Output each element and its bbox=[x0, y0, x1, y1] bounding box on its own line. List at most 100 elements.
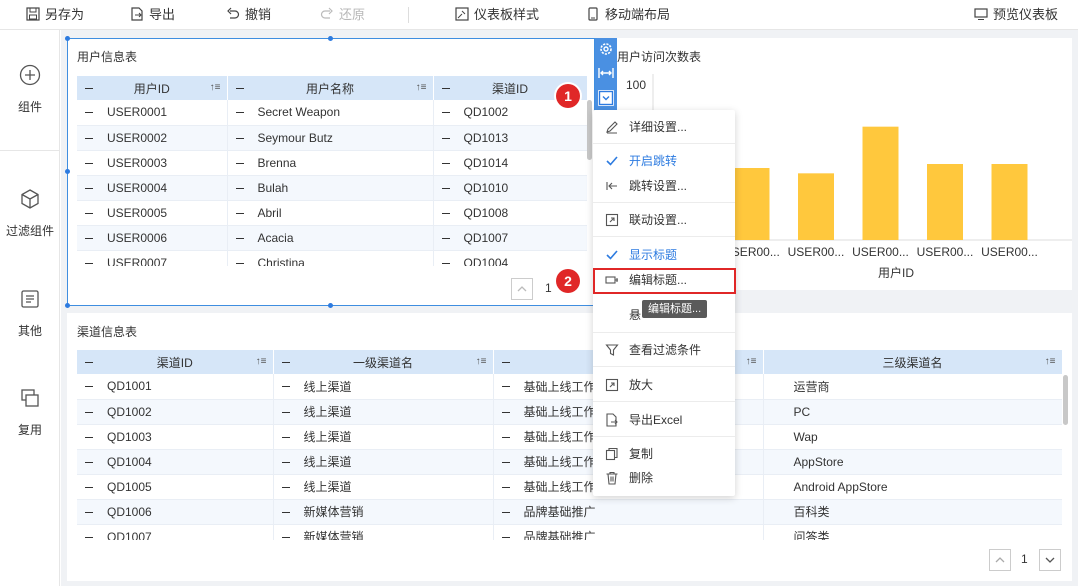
prev-page-button[interactable] bbox=[511, 278, 533, 300]
table-row[interactable]: QD1003 线上渠道 基础上线工作 Wap bbox=[77, 424, 1062, 450]
collapse-icon[interactable] bbox=[501, 536, 510, 538]
table-cell[interactable]: Android AppStore bbox=[763, 474, 1062, 500]
collapse-icon[interactable] bbox=[235, 187, 244, 189]
menu-item-enable-jump[interactable]: 开启跳转 bbox=[593, 149, 735, 173]
menu-item-delete[interactable]: 删除 bbox=[593, 466, 735, 490]
sort-icon[interactable]: ↑≡ bbox=[746, 356, 757, 367]
collapse-icon[interactable] bbox=[85, 187, 93, 189]
chart-bar[interactable] bbox=[991, 164, 1028, 240]
collapse-icon[interactable] bbox=[85, 212, 93, 214]
collapse-icon[interactable] bbox=[235, 137, 244, 139]
table-row[interactable]: USER0003 Brenna QD1014 bbox=[77, 150, 587, 176]
table-cell[interactable]: QD1005 bbox=[77, 474, 274, 500]
table-row[interactable]: QD1004 线上渠道 基础上线工作 AppStore bbox=[77, 449, 1062, 475]
collapse-icon[interactable] bbox=[441, 187, 450, 189]
channel-info-widget[interactable]: 渠道信息表 渠道ID ↑≡ 一级渠道名 ↑≡ ↑≡ 三级渠道名 ↑≡ QD1001 线上… bbox=[67, 313, 1072, 581]
sidebar-item-other[interactable]: 其他 bbox=[0, 288, 60, 339]
menu-item-zoom[interactable]: 放大 bbox=[593, 373, 735, 397]
table-cell[interactable]: QD1007 bbox=[433, 225, 587, 251]
table-row[interactable]: USER0006 Acacia QD1007 bbox=[77, 225, 587, 251]
sort-icon[interactable]: ↑≡ bbox=[1045, 356, 1056, 367]
resize-handle[interactable] bbox=[65, 36, 70, 41]
table-cell[interactable]: 线上渠道 bbox=[273, 424, 494, 450]
collapse-icon[interactable] bbox=[441, 137, 450, 139]
menu-item-copy[interactable]: 复制 bbox=[593, 442, 735, 466]
table-row[interactable]: USER0001 Secret Weapon QD1002 bbox=[77, 100, 587, 126]
collapse-icon[interactable] bbox=[85, 411, 93, 413]
resize-handle[interactable] bbox=[65, 303, 70, 308]
save-as-button[interactable]: 另存为 bbox=[26, 0, 84, 30]
table-row[interactable]: QD1005 线上渠道 基础上线工作 Android AppStore bbox=[77, 474, 1062, 500]
resize-handle[interactable] bbox=[328, 303, 333, 308]
table-cell[interactable]: USER0007 bbox=[77, 250, 228, 266]
collapse-icon[interactable] bbox=[85, 112, 93, 114]
table-cell[interactable]: QD1003 bbox=[77, 424, 274, 450]
table-cell[interactable]: AppStore bbox=[763, 449, 1062, 475]
collapse-icon[interactable] bbox=[281, 411, 290, 413]
collapse-icon[interactable] bbox=[85, 511, 93, 513]
chart-bar[interactable] bbox=[733, 168, 770, 240]
table-cell[interactable]: 运营商 bbox=[763, 374, 1062, 400]
table-cell[interactable]: USER0004 bbox=[77, 175, 228, 201]
dashboard-style-button[interactable]: 仪表板样式 bbox=[455, 0, 539, 30]
collapse-icon[interactable] bbox=[235, 237, 244, 239]
vertical-scrollbar[interactable] bbox=[1063, 375, 1068, 425]
table-cell[interactable]: QD1013 bbox=[433, 125, 587, 151]
sort-icon[interactable]: ↑≡ bbox=[416, 82, 427, 93]
table-cell[interactable]: 品牌基础推广 bbox=[493, 499, 764, 525]
table-row[interactable]: QD1001 线上渠道 基础上线工作 运营商 bbox=[77, 374, 1062, 400]
collapse-icon[interactable] bbox=[85, 237, 93, 239]
resize-horizontal-icon[interactable] bbox=[598, 65, 614, 81]
table-cell[interactable]: 线上渠道 bbox=[273, 374, 494, 400]
collapse-icon[interactable] bbox=[501, 511, 510, 513]
table-cell[interactable]: QD1006 bbox=[77, 499, 274, 525]
menu-item-jump-settings[interactable]: 跳转设置... bbox=[593, 174, 735, 198]
redo-button[interactable]: 还原 bbox=[320, 0, 365, 30]
table-cell[interactable]: Acacia bbox=[227, 225, 434, 251]
table-cell[interactable]: Bulah bbox=[227, 175, 434, 201]
table-row[interactable]: USER0007 Christina QD1004 bbox=[77, 250, 587, 266]
gear-icon[interactable] bbox=[598, 41, 614, 57]
sort-icon[interactable]: ↑≡ bbox=[256, 356, 267, 367]
collapse-icon[interactable] bbox=[281, 386, 290, 388]
table-cell[interactable]: QD1008 bbox=[433, 200, 587, 226]
collapse-icon[interactable] bbox=[441, 212, 450, 214]
collapse-icon[interactable] bbox=[85, 262, 93, 264]
table-cell[interactable]: USER0005 bbox=[77, 200, 228, 226]
column-header[interactable]: 用户名称 ↑≡ bbox=[227, 76, 434, 100]
sort-icon[interactable]: ↑≡ bbox=[476, 356, 487, 367]
table-cell[interactable]: QD1001 bbox=[77, 374, 274, 400]
mobile-layout-button[interactable]: 移动端布局 bbox=[586, 0, 670, 30]
vertical-scrollbar[interactable] bbox=[587, 100, 592, 160]
table-cell[interactable]: 新媒体营销 bbox=[273, 524, 494, 540]
table-cell[interactable]: USER0003 bbox=[77, 150, 228, 176]
resize-handle[interactable] bbox=[65, 169, 70, 174]
collapse-icon[interactable] bbox=[281, 461, 290, 463]
column-header[interactable]: 渠道ID ↑≡ bbox=[77, 350, 274, 374]
sort-icon[interactable]: ↑≡ bbox=[210, 82, 221, 93]
sidebar-item-filter-components[interactable]: 过滤组件 bbox=[0, 188, 60, 239]
preview-dashboard-button[interactable]: 预览仪表板 bbox=[974, 0, 1058, 30]
table-row[interactable]: USER0004 Bulah QD1010 bbox=[77, 175, 587, 201]
collapse-icon[interactable] bbox=[501, 461, 510, 463]
collapse-icon[interactable] bbox=[501, 386, 510, 388]
table-cell[interactable]: 线上渠道 bbox=[273, 449, 494, 475]
table-cell[interactable]: 品牌基础推广 bbox=[493, 524, 764, 540]
collapse-icon[interactable] bbox=[441, 237, 450, 239]
collapse-icon[interactable] bbox=[235, 112, 244, 114]
table-row[interactable]: USER0005 Abril QD1008 bbox=[77, 200, 587, 226]
menu-item-linkage-settings[interactable]: 联动设置... bbox=[593, 208, 735, 232]
table-cell[interactable]: QD1004 bbox=[433, 250, 587, 266]
collapse-icon[interactable] bbox=[85, 536, 93, 538]
collapse-icon[interactable] bbox=[85, 461, 93, 463]
table-cell[interactable]: QD1014 bbox=[433, 150, 587, 176]
column-header[interactable]: 用户ID ↑≡ bbox=[77, 76, 228, 100]
collapse-icon[interactable] bbox=[235, 162, 244, 164]
table-cell[interactable]: Abril bbox=[227, 200, 434, 226]
collapse-icon[interactable] bbox=[85, 436, 93, 438]
table-cell[interactable]: 线上渠道 bbox=[273, 399, 494, 425]
chart-bar[interactable] bbox=[862, 126, 899, 240]
table-cell[interactable]: Secret Weapon bbox=[227, 100, 434, 126]
table-row[interactable]: QD1006 新媒体营销 品牌基础推广 百科类 bbox=[77, 499, 1062, 525]
table-cell[interactable]: 百科类 bbox=[763, 499, 1062, 525]
